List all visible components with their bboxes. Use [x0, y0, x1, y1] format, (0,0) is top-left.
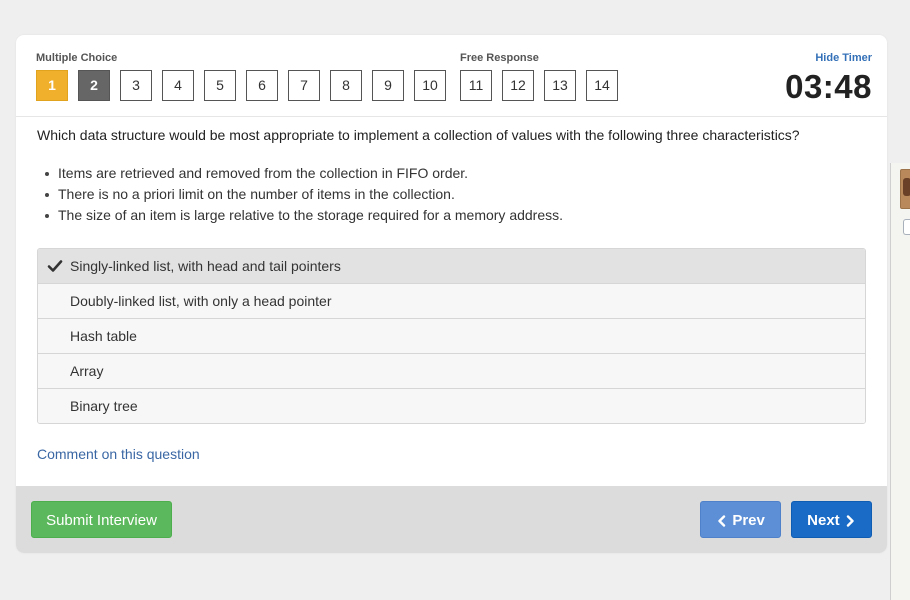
answer-option-label: Singly-linked list, with head and tail p…: [70, 258, 341, 274]
question-button-13[interactable]: 13: [544, 70, 576, 101]
answer-option-5[interactable]: Binary tree: [38, 388, 865, 423]
list-item-text: Items are retrieved and removed from the…: [58, 165, 469, 181]
prev-button-label: Prev: [732, 512, 765, 529]
answer-option-3[interactable]: Hash table: [38, 318, 865, 353]
list-item: There is no a priori limit on the number…: [41, 184, 563, 205]
answer-option-label: Binary tree: [70, 398, 138, 414]
question-characteristics-list: Items are retrieved and removed from the…: [41, 163, 563, 226]
footer-bar: Submit Interview Prev Next: [16, 486, 887, 553]
question-button-3[interactable]: 3: [120, 70, 152, 101]
free-response-label: Free Response: [460, 52, 539, 64]
question-button-5[interactable]: 5: [204, 70, 236, 101]
question-text: Which data structure would be most appro…: [37, 127, 800, 143]
side-panel: [890, 163, 910, 600]
question-button-11[interactable]: 11: [460, 70, 492, 101]
next-button[interactable]: Next: [791, 501, 872, 538]
multiple-choice-label: Multiple Choice: [36, 52, 118, 64]
question-header: Multiple Choice Free Response 1 2 3 4 5 …: [16, 35, 887, 117]
list-item: The size of an item is large relative to…: [41, 205, 563, 226]
answer-option-1[interactable]: Singly-linked list, with head and tail p…: [38, 249, 865, 283]
bullet-icon: [45, 214, 49, 218]
submit-interview-button[interactable]: Submit Interview: [31, 501, 172, 538]
question-button-9[interactable]: 9: [372, 70, 404, 101]
avatar[interactable]: [900, 169, 910, 209]
list-item-text: The size of an item is large relative to…: [58, 207, 564, 223]
answer-options: Singly-linked list, with head and tail p…: [37, 248, 866, 424]
countdown-timer: 03:48: [785, 68, 872, 105]
question-button-12[interactable]: 12: [502, 70, 534, 101]
question-button-2[interactable]: 2: [78, 70, 110, 101]
bullet-icon: [45, 172, 49, 176]
panel-tab[interactable]: [903, 219, 910, 235]
list-item-text: There is no a priori limit on the number…: [58, 186, 455, 202]
question-button-10[interactable]: 10: [414, 70, 446, 101]
hide-timer-link[interactable]: Hide Timer: [815, 52, 872, 64]
question-button-8[interactable]: 8: [330, 70, 362, 101]
avatar-figure: [903, 178, 910, 196]
comment-on-question-link[interactable]: Comment on this question: [37, 446, 200, 462]
answer-option-label: Doubly-linked list, with only a head poi…: [70, 293, 332, 309]
check-icon: [47, 258, 63, 274]
question-button-6[interactable]: 6: [246, 70, 278, 101]
answer-option-label: Hash table: [70, 328, 137, 344]
answer-option-2[interactable]: Doubly-linked list, with only a head poi…: [38, 283, 865, 318]
bullet-icon: [45, 193, 49, 197]
prev-button[interactable]: Prev: [700, 501, 781, 538]
answer-option-label: Array: [70, 363, 104, 379]
list-item: Items are retrieved and removed from the…: [41, 163, 563, 184]
question-button-7[interactable]: 7: [288, 70, 320, 101]
next-button-label: Next: [807, 512, 840, 529]
interview-card: Multiple Choice Free Response 1 2 3 4 5 …: [16, 35, 887, 553]
question-button-14[interactable]: 14: [586, 70, 618, 101]
chevron-left-icon: [716, 512, 728, 529]
question-button-1[interactable]: 1: [36, 70, 68, 101]
answer-option-4[interactable]: Array: [38, 353, 865, 388]
chevron-right-icon: [844, 512, 856, 529]
question-button-4[interactable]: 4: [162, 70, 194, 101]
